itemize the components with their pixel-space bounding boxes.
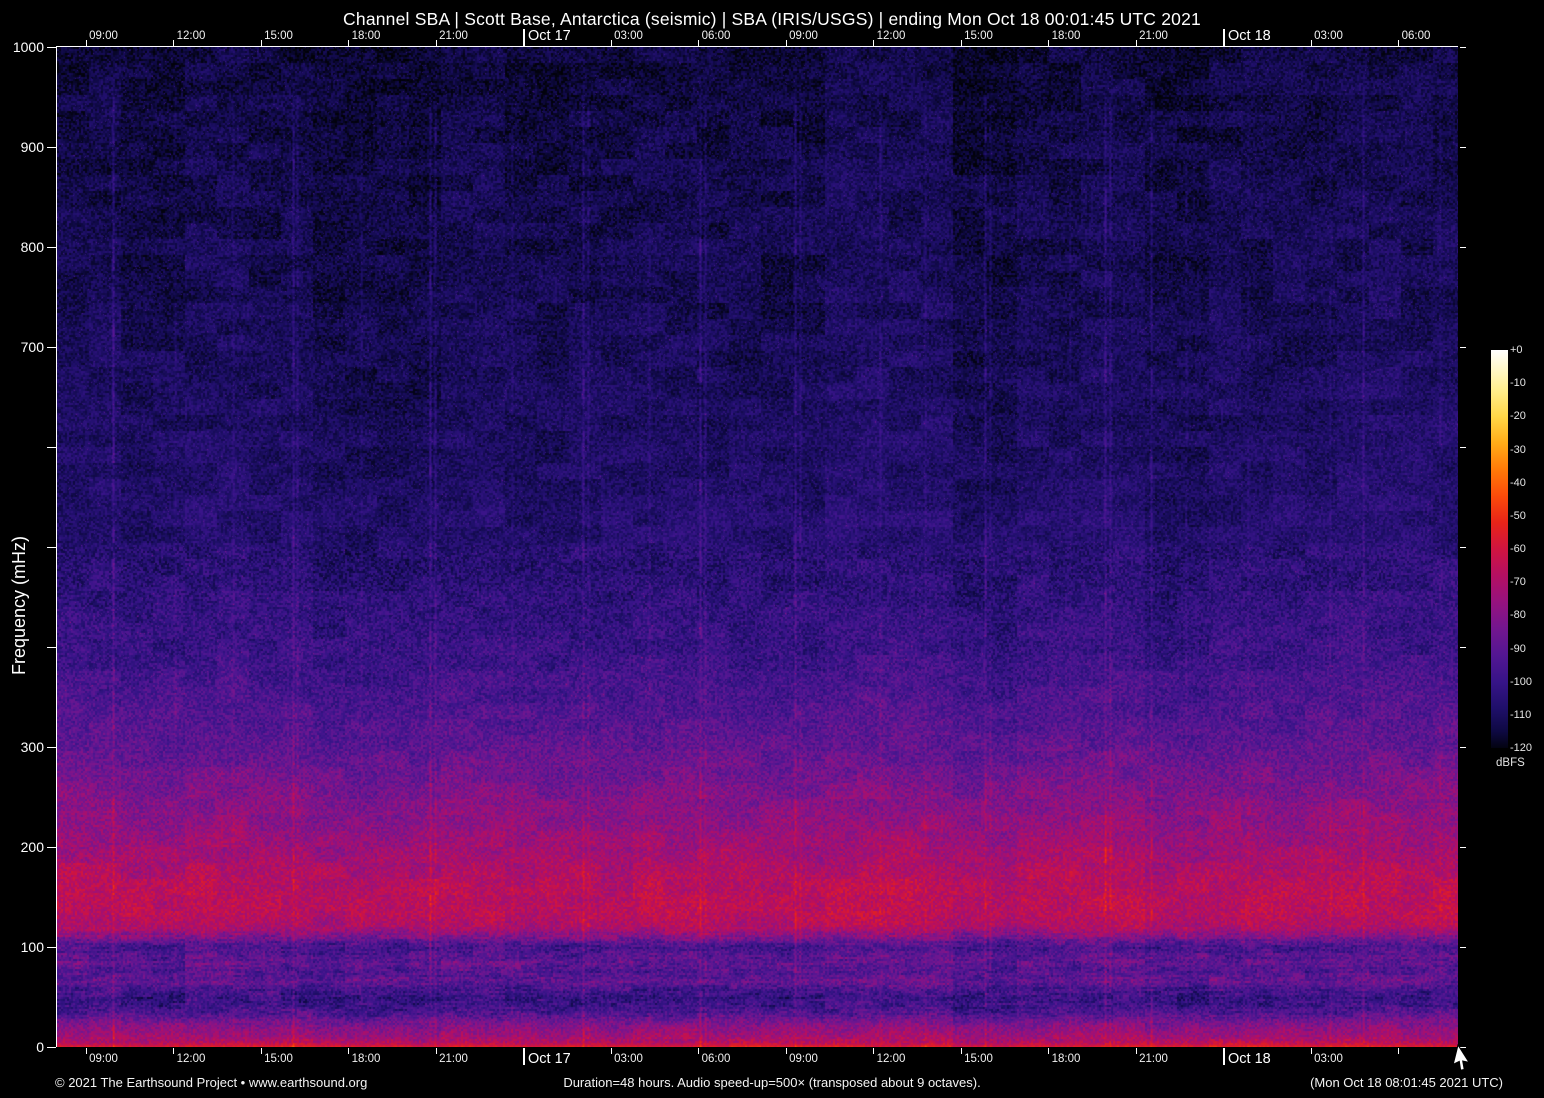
time-tick-label-top: 06:00 [701, 30, 731, 42]
freq-tick-right [1460, 947, 1466, 948]
freq-tick-label: 700 [20, 339, 44, 355]
time-tick-label-bottom: 12:00 [176, 1053, 206, 1065]
colorbar-tick-label: -30 [1510, 443, 1526, 456]
time-tick-label-top: 15:00 [964, 30, 993, 42]
freq-tick-left [47, 947, 56, 948]
colorbar-tick-label: -60 [1510, 543, 1526, 555]
freq-tick-right [1460, 447, 1466, 448]
freq-tick-left [47, 347, 56, 348]
cursor-arrow-icon [1452, 1044, 1471, 1071]
freq-tick-left [47, 47, 56, 48]
time-tick-label-bottom: 03:00 [1314, 1053, 1343, 1065]
freq-tick-left [47, 547, 56, 548]
freq-tick-left [47, 447, 56, 448]
time-tick-label-bottom: 21:00 [1139, 1053, 1168, 1065]
time-tick-label-top: 12:00 [176, 30, 206, 42]
freq-tick-label: 900 [20, 139, 44, 155]
time-tick-label-top: 09:00 [89, 30, 118, 42]
freq-tick-label: 0 [36, 1039, 44, 1055]
freq-tick-left [47, 147, 56, 148]
freq-tick-label: 200 [20, 839, 44, 855]
freq-tick-label: 800 [20, 239, 44, 255]
date-label-top: Oct 17 [528, 28, 571, 44]
date-label-top: Oct 18 [1228, 28, 1271, 44]
colorbar-tick-label: -70 [1510, 576, 1526, 589]
freq-tick-left [47, 247, 56, 248]
colorbar-gradient [1491, 350, 1508, 748]
time-tick-label-bottom: 18:00 [1051, 1053, 1081, 1065]
colorbar-tick-label: -10 [1510, 377, 1526, 390]
colorbar-tick-label: -40 [1510, 476, 1526, 489]
freq-tick-right [1460, 247, 1466, 248]
time-tick-top [1223, 29, 1225, 46]
colorbar-tick-label: -20 [1510, 410, 1526, 423]
time-tick-top [523, 29, 525, 46]
colorbar-tick-label: -90 [1510, 642, 1526, 655]
colorbar-tick-label: -50 [1510, 509, 1526, 522]
y-axis-title: Frequency (mHz) [9, 535, 29, 675]
time-tick-label-top: 18:00 [1051, 30, 1081, 42]
time-tick-label-top: 21:00 [439, 30, 468, 42]
time-tick-label-top: 12:00 [876, 30, 906, 42]
colorbar-tick-label: -110 [1510, 708, 1532, 721]
freq-tick-left [47, 1047, 56, 1048]
time-tick-label-bottom: 15:00 [964, 1053, 993, 1065]
time-tick-label-bottom: 09:00 [789, 1053, 818, 1065]
freq-tick-right [1460, 147, 1466, 148]
time-tick-label-bottom: 06:00 [701, 1053, 731, 1065]
time-tick-bottom [1223, 1048, 1225, 1065]
freq-tick-right [1460, 847, 1466, 848]
page-title: Channel SBA | Scott Base, Antarctica (se… [343, 9, 1201, 29]
time-tick-label-bottom: 15:00 [264, 1053, 293, 1065]
time-tick-label-bottom: 12:00 [876, 1053, 906, 1065]
time-tick-label-top: 03:00 [1314, 30, 1343, 42]
time-tick-label-bottom: 18:00 [351, 1053, 381, 1065]
time-tick-label-top: 03:00 [614, 30, 643, 42]
freq-tick-right [1460, 47, 1466, 48]
freq-tick-label: 100 [20, 939, 44, 955]
time-tick-bottom [523, 1048, 525, 1065]
freq-tick-left [47, 847, 56, 848]
freq-tick-left [47, 747, 56, 748]
time-tick-label-bottom: 09:00 [89, 1053, 118, 1065]
colorbar-tick-label: -80 [1510, 609, 1526, 622]
freq-tick-label: 1000 [12, 39, 44, 55]
freq-tick-right [1460, 547, 1466, 548]
time-tick-label-top: 09:00 [789, 30, 818, 42]
freq-tick-left [47, 647, 56, 648]
colorbar-tick-label: -120 [1510, 742, 1533, 754]
colorbar-unit-label: dBFS [1496, 757, 1525, 769]
time-tick-label-bottom: 21:00 [439, 1053, 468, 1065]
freq-tick-right [1460, 347, 1466, 348]
time-tick-label-top: 21:00 [1139, 30, 1168, 42]
freq-tick-right [1460, 647, 1466, 648]
colorbar-tick-label: -100 [1510, 675, 1533, 688]
freq-tick-right [1460, 747, 1466, 748]
date-label-bottom: Oct 17 [528, 1051, 571, 1067]
time-tick-label-top: 18:00 [351, 30, 381, 42]
time-tick-label-top: 06:00 [1401, 30, 1431, 42]
spectrogram-canvas [57, 47, 1458, 1047]
time-tick-label-top: 15:00 [264, 30, 293, 42]
freq-tick-label: 300 [20, 739, 44, 755]
colorbar-tick-label: +0 [1510, 344, 1523, 356]
time-tick-label-bottom: 03:00 [614, 1053, 643, 1065]
date-label-bottom: Oct 18 [1228, 1051, 1271, 1067]
time-tick-bottom [1398, 1048, 1399, 1054]
